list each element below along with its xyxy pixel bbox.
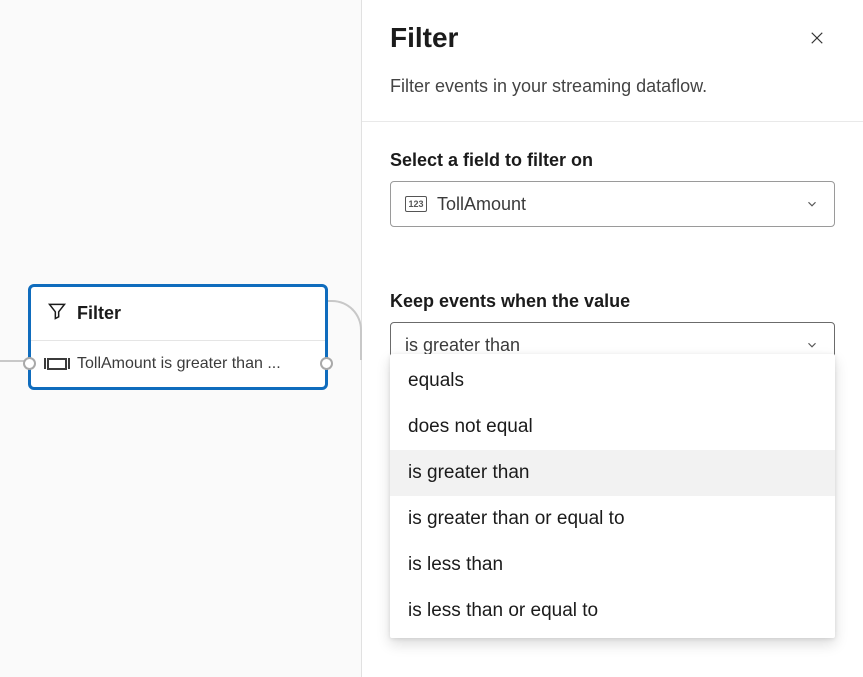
number-type-icon: 123 xyxy=(405,196,427,212)
filter-node-title: Filter xyxy=(77,303,121,324)
close-icon xyxy=(808,29,826,52)
panel-body: Select a field to filter on 123 TollAmou… xyxy=(362,122,863,396)
dropdown-item[interactable]: is less than xyxy=(390,542,835,588)
field-select[interactable]: 123 TollAmount xyxy=(390,181,835,227)
condition-dropdown: equalsdoes not equalis greater thanis gr… xyxy=(390,354,835,638)
condition-label: Keep events when the value xyxy=(390,291,835,312)
panel-title: Filter xyxy=(390,22,707,54)
field-select-value: TollAmount xyxy=(437,194,794,215)
chevron-down-icon xyxy=(804,196,820,212)
filter-condition-icon xyxy=(47,358,67,370)
node-input-port[interactable] xyxy=(23,357,36,370)
dropdown-item[interactable]: is less than or equal to xyxy=(390,588,835,634)
node-edge-out xyxy=(328,300,362,360)
dataflow-canvas[interactable]: Filter TollAmount is greater than ... xyxy=(0,0,362,677)
node-output-port[interactable] xyxy=(320,357,333,370)
filter-node-body: TollAmount is greater than ... xyxy=(31,341,325,387)
filter-node-header: Filter xyxy=(31,287,325,341)
field-label: Select a field to filter on xyxy=(390,150,835,171)
properties-panel: Filter Filter events in your streaming d… xyxy=(362,0,863,677)
filter-node-summary: TollAmount is greater than ... xyxy=(77,355,281,373)
close-button[interactable] xyxy=(799,22,835,58)
chevron-down-icon xyxy=(804,337,820,353)
funnel-icon xyxy=(47,301,67,326)
panel-header: Filter Filter events in your streaming d… xyxy=(362,0,863,122)
dropdown-item[interactable]: does not equal xyxy=(390,404,835,450)
condition-select-value: is greater than xyxy=(405,335,794,356)
dropdown-item[interactable]: equals xyxy=(390,358,835,404)
dropdown-item[interactable]: is greater than or equal to xyxy=(390,496,835,542)
dropdown-item[interactable]: is greater than xyxy=(390,450,835,496)
panel-subtitle: Filter events in your streaming dataflow… xyxy=(390,76,707,107)
filter-node[interactable]: Filter TollAmount is greater than ... xyxy=(28,284,328,390)
